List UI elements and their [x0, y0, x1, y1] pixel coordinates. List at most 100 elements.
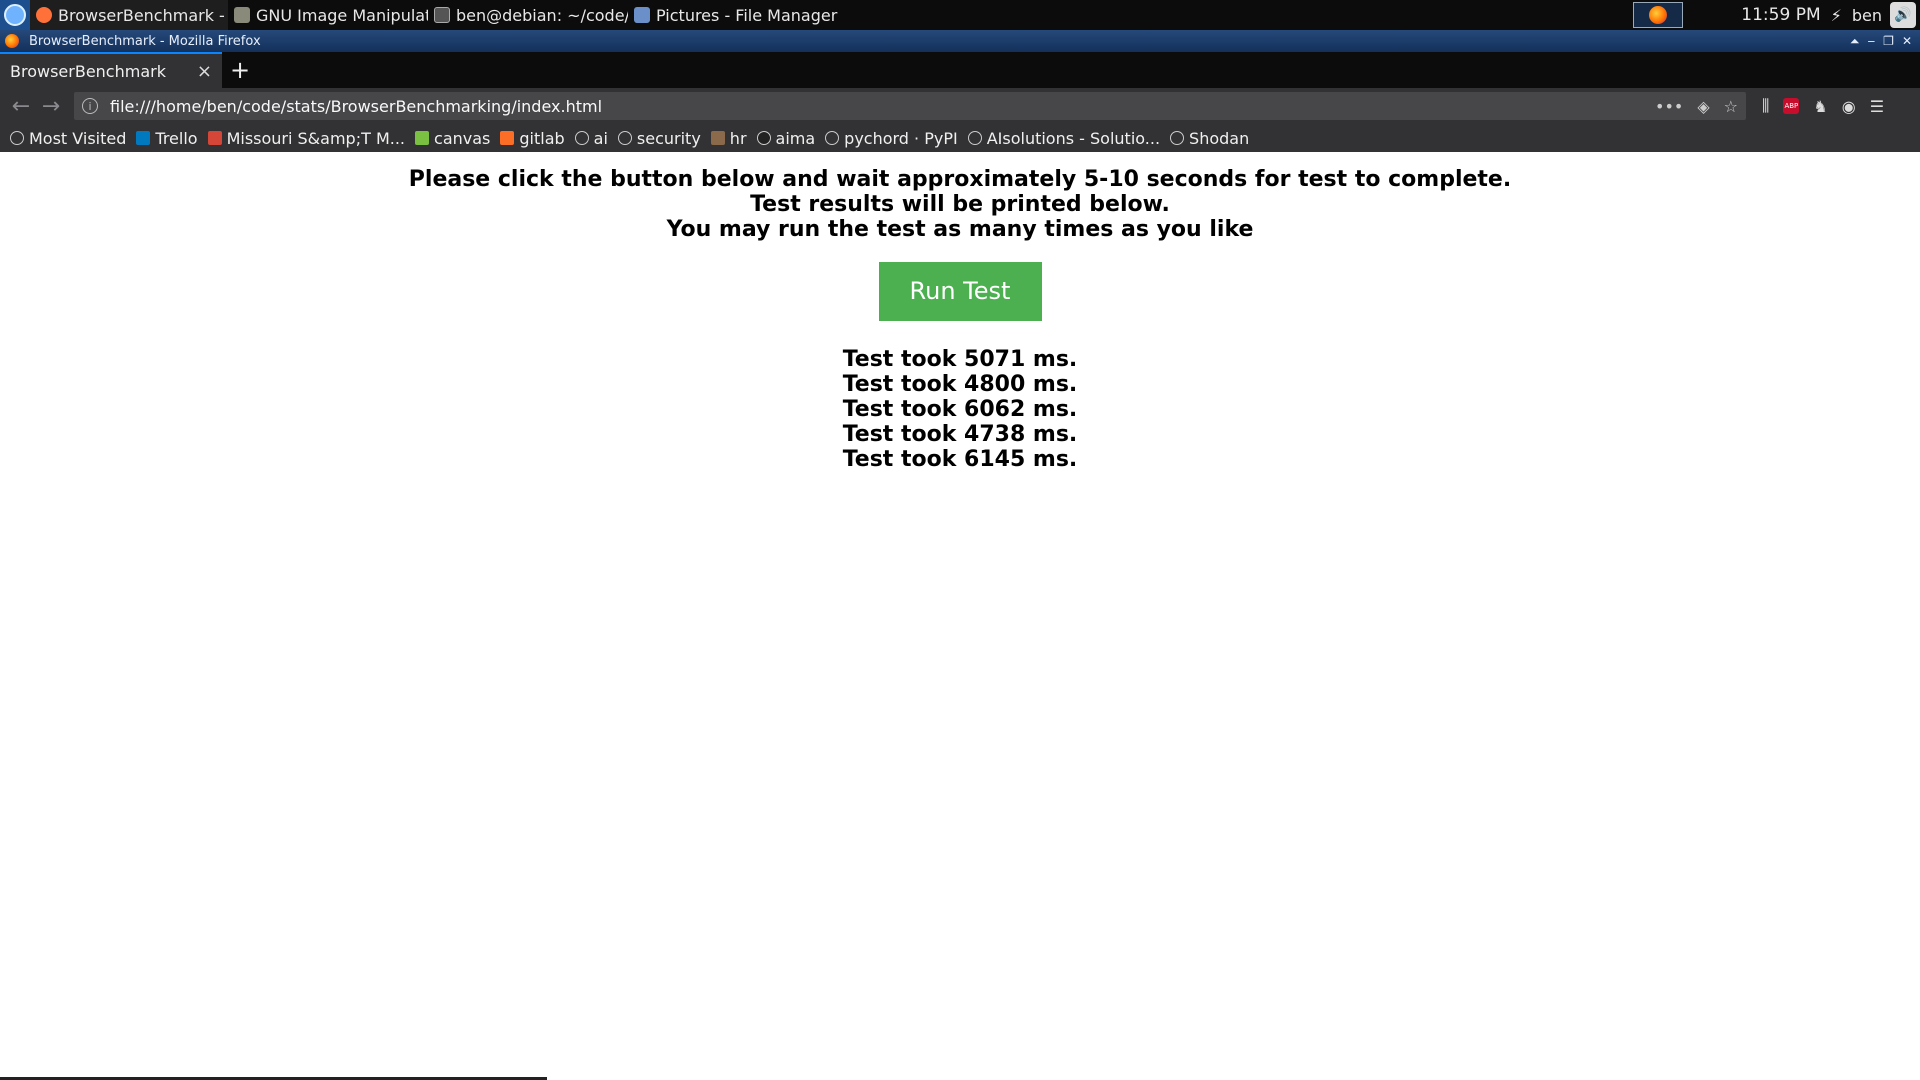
terminal-icon — [434, 7, 450, 23]
pocket-icon[interactable]: ◈ — [1697, 97, 1709, 116]
bookmark-label: ai — [593, 128, 608, 148]
bookmark-aisolutions[interactable]: AIsolutions - Solutio... — [967, 128, 1161, 148]
navigation-bar: ← → i file:///home/ben/code/stats/Browse… — [0, 88, 1920, 124]
instruction-line: Test results will be printed below. — [750, 192, 1170, 217]
task-terminal[interactable]: ben@debian: ~/code/... — [428, 0, 628, 30]
task-file-manager[interactable]: Pictures - File Manager — [628, 0, 838, 30]
trello-icon — [136, 131, 151, 145]
firefox-icon — [36, 7, 52, 23]
url-bar[interactable]: i file:///home/ben/code/stats/BrowserBen… — [74, 92, 1746, 120]
bookmark-security[interactable]: security — [617, 128, 701, 148]
instructions: Please click the button below and wait a… — [0, 167, 1920, 242]
account-icon[interactable]: ◉ — [1842, 97, 1856, 116]
firefox-icon — [5, 34, 19, 48]
result-line: Test took 5071 ms. — [842, 347, 1078, 372]
volume-icon[interactable]: 🔊 — [1890, 2, 1916, 28]
bookmark-label: canvas — [434, 128, 491, 148]
maximize-icon[interactable]: ❐ — [1883, 34, 1894, 49]
globe-icon — [967, 131, 982, 145]
user-name[interactable]: ben — [1852, 6, 1882, 25]
bookmark-label: aima — [775, 128, 816, 148]
window-titlebar: BrowserBenchmark - Mozilla Firefox ⏶ ‒ ❐… — [0, 30, 1920, 52]
tab-title: BrowserBenchmark — [10, 61, 166, 81]
bookmark-aima[interactable]: aima — [756, 128, 816, 148]
bookmark-hr[interactable]: hr — [710, 128, 747, 148]
result-line: Test took 6062 ms. — [842, 397, 1078, 422]
result-line: Test took 4738 ms. — [842, 422, 1078, 447]
hamburger-menu-icon[interactable]: ☰ — [1870, 97, 1884, 116]
gitlab-icon — [500, 131, 515, 145]
bookmark-label: hr — [729, 128, 747, 148]
close-icon[interactable]: ✕ — [1902, 34, 1912, 49]
shade-icon[interactable]: ⏶ — [1850, 34, 1860, 49]
result-line: Test took 4800 ms. — [842, 372, 1078, 397]
bookmarks-toolbar: Most Visited Trello Missouri S&amp;T M..… — [0, 124, 1920, 152]
bookmark-label: Trello — [155, 128, 198, 148]
clock[interactable]: 11:59 PM — [1741, 5, 1820, 25]
bookmark-ai[interactable]: ai — [574, 128, 608, 148]
task-label: Pictures - File Manager — [656, 5, 838, 25]
minimize-icon[interactable]: ‒ — [1868, 34, 1876, 49]
bookmark-trello[interactable]: Trello — [136, 128, 198, 148]
bookmark-shodan[interactable]: Shodan — [1170, 129, 1249, 148]
workspace-switcher[interactable] — [1633, 2, 1684, 28]
bookmark-star-icon[interactable]: ☆ — [1724, 97, 1738, 116]
url-text[interactable]: file:///home/ben/code/stats/BrowserBench… — [110, 97, 602, 116]
github-icon — [756, 131, 771, 145]
library-icon[interactable]: ⫼ — [1762, 96, 1769, 116]
globe-icon — [1170, 131, 1185, 145]
globe-icon — [574, 131, 589, 145]
globe-icon — [825, 131, 840, 145]
bookmark-canvas[interactable]: canvas — [415, 129, 490, 148]
gear-icon — [10, 131, 24, 145]
instruction-line: You may run the test as many times as yo… — [666, 217, 1254, 242]
folder-icon — [634, 7, 650, 23]
network-icon[interactable]: ⚡ — [1831, 6, 1842, 25]
hr-icon — [710, 131, 725, 145]
info-icon[interactable]: i — [82, 98, 98, 114]
task-firefox[interactable]: BrowserBenchmark - ... — [30, 0, 228, 30]
system-tray: 11:59 PM ⚡ ben 🔊 — [1633, 0, 1920, 30]
bookmark-label: Missouri S&amp;T M... — [226, 128, 406, 148]
bookmark-label: AIsolutions - Solutio... — [986, 128, 1161, 148]
tab-browserbenchmark[interactable]: BrowserBenchmark × — [0, 52, 222, 88]
result-line: Test took 6145 ms. — [842, 447, 1078, 472]
test-results: Test took 5071 ms. Test took 4800 ms. Te… — [0, 347, 1920, 472]
gimp-icon — [234, 7, 250, 23]
bookmark-label: gitlab — [519, 128, 565, 148]
app-menu-button[interactable] — [0, 0, 30, 30]
url-actions: ••• ◈ ☆ — [1655, 97, 1738, 116]
task-label: BrowserBenchmark - ... — [58, 5, 228, 25]
back-button[interactable]: ← — [6, 91, 36, 121]
bookmark-missouri[interactable]: Missouri S&amp;T M... — [207, 128, 406, 148]
page-content: Please click the button below and wait a… — [0, 152, 1920, 1080]
bookmark-most-visited[interactable]: Most Visited — [10, 129, 126, 148]
distro-logo-icon — [4, 4, 26, 26]
forward-button[interactable]: → — [36, 91, 66, 121]
firefox-icon — [1649, 6, 1668, 24]
window-controls: ⏶ ‒ ❐ ✕ — [1850, 34, 1920, 49]
canvas-icon — [415, 131, 430, 145]
bookmark-label: pychord · PyPI — [844, 128, 958, 148]
tab-bar: BrowserBenchmark × + — [0, 52, 1920, 88]
close-tab-icon[interactable]: × — [197, 61, 212, 82]
new-tab-button[interactable]: + — [222, 52, 258, 88]
bookmark-label: Shodan — [1189, 128, 1250, 148]
adblock-icon[interactable]: ABP — [1783, 98, 1800, 114]
task-gimp[interactable]: GNU Image Manipulat... — [228, 0, 428, 30]
system-taskbar: BrowserBenchmark - ... GNU Image Manipul… — [0, 0, 1920, 30]
globe-icon — [617, 131, 632, 145]
run-test-button[interactable]: Run Test — [878, 262, 1042, 321]
instruction-line: Please click the button below and wait a… — [408, 167, 1512, 192]
bookmark-gitlab[interactable]: gitlab — [500, 128, 565, 148]
bookmark-label: Most Visited — [29, 128, 127, 148]
extension-icon[interactable]: ♞ — [1813, 97, 1827, 116]
page-actions-icon[interactable]: ••• — [1655, 97, 1683, 116]
bookmark-pychord[interactable]: pychord · PyPI — [825, 129, 958, 148]
gmail-icon — [207, 131, 222, 145]
task-label: GNU Image Manipulat... — [256, 5, 428, 25]
task-label: ben@debian: ~/code/... — [456, 5, 628, 25]
toolbar-icons: ⫼ ABP ♞ ◉ ☰ — [1762, 96, 1884, 116]
bookmark-label: security — [636, 128, 701, 148]
window-title: BrowserBenchmark - Mozilla Firefox — [29, 33, 261, 49]
